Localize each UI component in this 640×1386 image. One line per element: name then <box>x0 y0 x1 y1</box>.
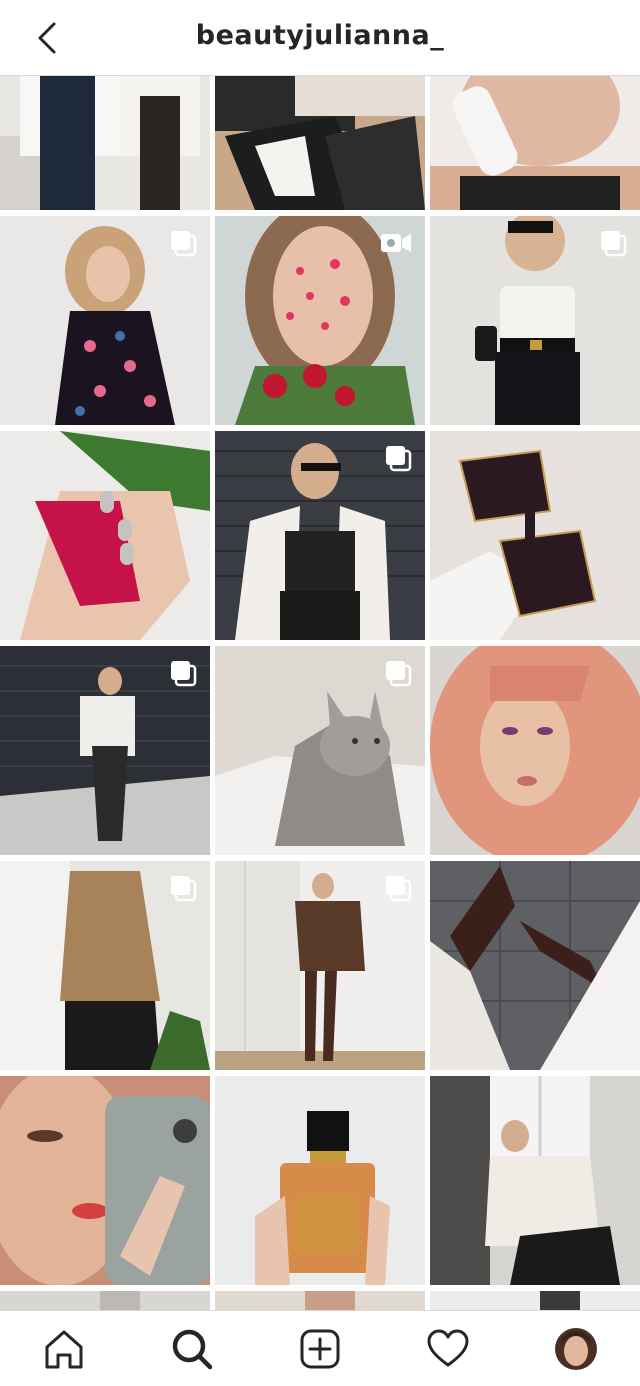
shoes-photo <box>215 76 425 210</box>
home-icon <box>45 1330 83 1369</box>
grid-post-perfume[interactable] <box>215 1076 425 1285</box>
carousel-icon <box>171 231 197 257</box>
nav-new-post[interactable] <box>298 1327 342 1371</box>
video-reel-icon <box>381 234 411 252</box>
grid-post-back-hair[interactable] <box>0 861 210 1070</box>
grid-post-shoes[interactable] <box>215 76 425 210</box>
grid-post-mirror-selfie[interactable] <box>0 1076 210 1285</box>
grid-post-street-outfit[interactable] <box>0 646 210 855</box>
grid-post-boots[interactable] <box>430 861 640 1070</box>
grid-post-floral-dress[interactable] <box>0 216 210 425</box>
grid-post-selfie[interactable] <box>430 76 640 210</box>
window-pose-photo <box>430 1076 640 1285</box>
nails-rose-photo <box>0 431 210 640</box>
grid-post-window-pose[interactable] <box>430 1076 640 1285</box>
carousel-icon <box>171 876 197 902</box>
carousel-icon <box>171 661 197 687</box>
grid-post-partial[interactable] <box>0 1291 210 1311</box>
search-icon <box>172 1329 213 1370</box>
activity-heart-icon <box>427 1329 469 1367</box>
mirror-selfie-photo <box>0 1076 210 1285</box>
grid-post-sunglasses[interactable] <box>430 431 640 640</box>
sunglasses-photo <box>430 431 640 640</box>
grid-post-pink-hair[interactable] <box>430 646 640 855</box>
carousel-icon <box>386 446 412 472</box>
grid-post-nails-rose[interactable] <box>0 431 210 640</box>
grid-post-partial[interactable] <box>215 1291 425 1311</box>
partial-photo <box>430 1291 640 1311</box>
selfie-phone-photo <box>430 76 640 210</box>
grid-post-cat[interactable] <box>215 646 425 855</box>
boots-photo <box>430 861 640 1070</box>
bottom-navigation <box>0 1310 640 1386</box>
grid-post-outfit[interactable] <box>0 76 210 210</box>
partial-photo <box>0 1291 210 1311</box>
top-header: beautyjulianna_ <box>0 0 640 76</box>
perfume-photo <box>215 1076 425 1285</box>
grid-post-brown-blazer[interactable] <box>215 861 425 1070</box>
pink-hair-portrait-photo <box>430 646 640 855</box>
new-post-icon <box>300 1329 340 1369</box>
outfit-photo <box>0 76 210 210</box>
partial-photo <box>215 1291 425 1311</box>
grid-post-leather-corset[interactable] <box>215 431 425 640</box>
carousel-icon <box>386 876 412 902</box>
nav-activity[interactable] <box>426 1327 470 1371</box>
grid-post-corset-outfit[interactable] <box>430 216 640 425</box>
profile-avatar <box>555 1328 597 1370</box>
grid-post-petal-face[interactable] <box>215 216 425 425</box>
carousel-icon <box>601 231 627 257</box>
nav-search[interactable] <box>170 1327 214 1371</box>
nav-home[interactable] <box>42 1327 86 1371</box>
carousel-icon <box>386 661 412 687</box>
profile-username-title: beautyjulianna_ <box>195 20 445 51</box>
nav-profile[interactable] <box>554 1327 598 1371</box>
grid-post-partial[interactable] <box>430 1291 640 1311</box>
